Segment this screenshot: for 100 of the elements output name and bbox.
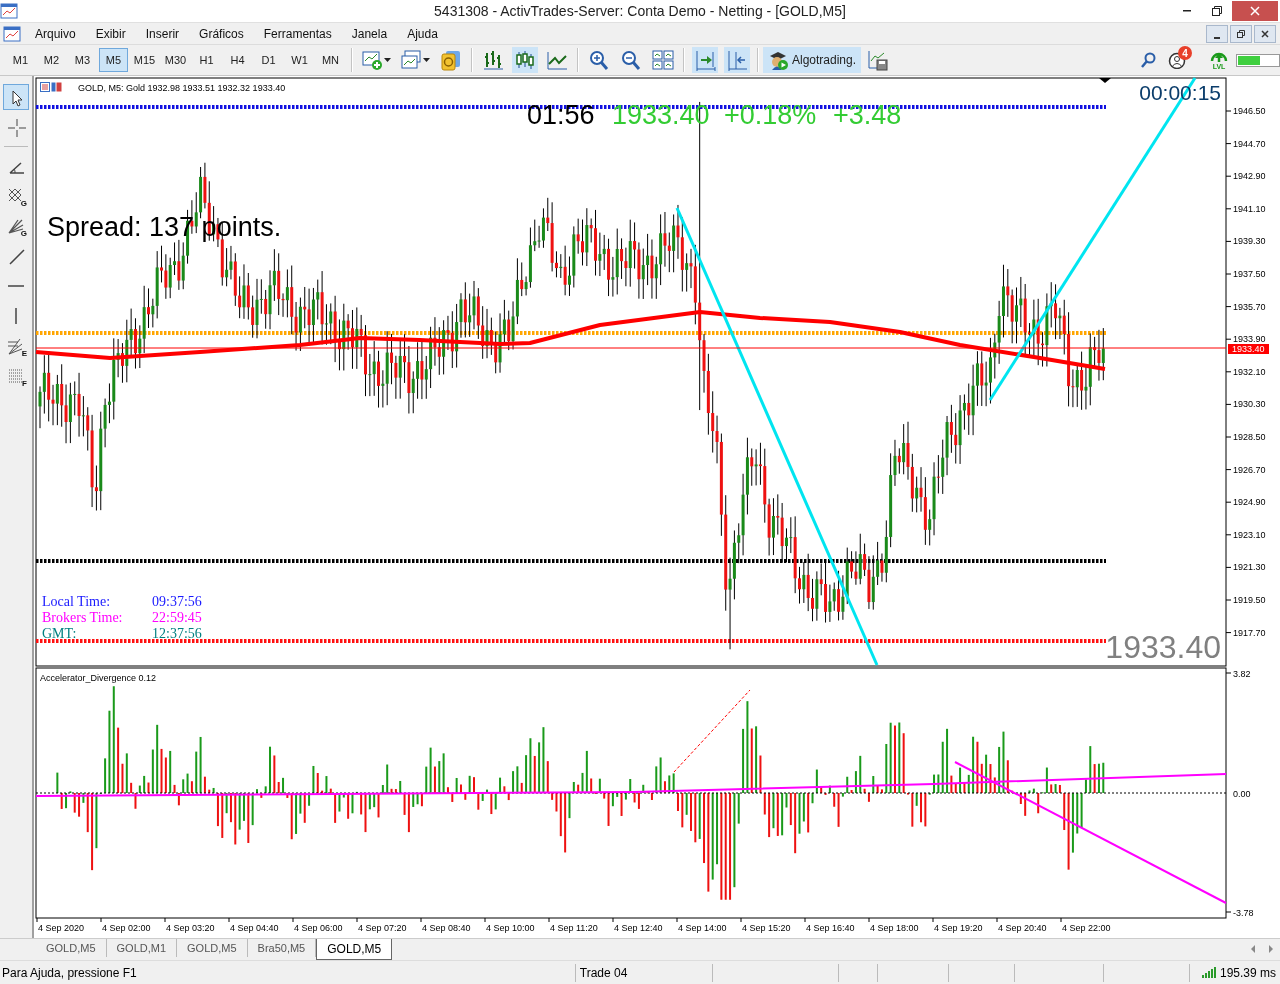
menu-item[interactable]: Exibir [85,24,136,43]
chart-shift-icon [726,49,748,71]
menu-item[interactable]: Arquivo [25,24,86,43]
profile-name: Trade 04 [579,965,628,980]
minimize-icon [1183,10,1191,12]
window-title: 5431308 - ActivTrades-Server: Conta Demo - Netting - [GOLD,M5] [433,3,847,19]
price-label: 1932.10 [1233,366,1266,377]
menu-item[interactable]: Ajuda [397,24,448,43]
time-label: 4 Sep 22:00 [1062,923,1111,933]
autoscroll-button[interactable] [692,47,718,73]
timeframe-button[interactable]: M3 [68,48,97,72]
timeframe-button[interactable]: D1 [254,48,283,72]
windows-icon [400,49,422,71]
scroll-left-icon[interactable] [1250,945,1256,953]
new-chart-icon [361,49,383,71]
menu-item[interactable]: Inserir [135,24,190,43]
price-label: 1928.50 [1233,432,1266,442]
price-label: 1935.70 [1233,301,1266,312]
bar-chart-icon [482,49,504,71]
bid-price-label: 1933.40 [1228,344,1269,354]
chart-header: GOLD, M5: Gold 1932.98 1933.51 1932.32 1933.40 [78,83,286,93]
drawing-tool-button[interactable]: F [3,363,29,389]
price-label: 1930.30 [1233,399,1266,410]
time-label: 4 Sep 10:00 [486,923,535,933]
menu-item[interactable]: Ferramentas [253,24,342,43]
tile-windows-icon [652,49,674,71]
timeframe-button[interactable]: M30 [161,48,190,72]
time-label: 4 Sep 07:20 [358,923,407,933]
time-label: 4 Sep 12:40 [614,923,663,933]
chart-window-icon [3,25,21,42]
clock-label: GMT: [42,626,77,641]
algotrading-button[interactable]: Algotrading. [763,47,862,73]
price-label: 1919.50 [1233,595,1266,605]
autoscroll-icon [694,49,716,71]
timeframe-button[interactable]: M2 [37,48,66,72]
time-label: 4 Sep 16:40 [806,923,855,933]
horizontal-line-icon [8,285,24,287]
tile-windows-button[interactable] [650,47,676,73]
price-label: 1942.90 [1233,171,1266,182]
close-icon [1250,6,1260,16]
coin-icon [440,49,462,71]
menu-item[interactable]: Janela [341,24,398,43]
timeframe-button[interactable]: M5 [99,48,128,72]
indicator-axis-label: -3.78 [1233,908,1254,918]
chart-tab[interactable]: GOLD,M5 [316,939,393,960]
clock-label: Brokers Time: [42,610,123,625]
ping-text: 195.39 ms [1219,965,1276,980]
timeframe-button[interactable]: H4 [223,48,252,72]
chart-restore-button[interactable] [1230,24,1252,43]
time-label: 4 Sep 06:00 [294,923,343,933]
price-change: +3.48 [833,100,902,130]
chart-shift-button[interactable] [724,47,750,73]
timeframe-button[interactable]: M1 [6,48,35,72]
candlestick-button[interactable] [512,47,538,73]
drawing-tool-button[interactable] [3,84,29,110]
drawing-tool-button[interactable]: G [3,183,29,209]
connection-meter-icon [1236,53,1280,67]
vertical-line-icon [15,308,17,324]
price-label: 1926.70 [1233,464,1266,475]
chart-tab[interactable]: GOLD,M5 [177,939,248,957]
bar-countdown: 01:56 [527,100,595,130]
time-label: 4 Sep 04:40 [230,923,279,933]
close-icon [1260,28,1270,39]
chart-disk-icon [866,49,889,71]
signal-bars-icon [1201,967,1216,978]
time-label: 4 Sep 11:20 [550,923,598,933]
price-change-percent: +0.18% [724,100,817,130]
price-label: 1946.50 [1233,106,1266,116]
drawing-tool-button[interactable]: G [3,213,29,239]
zoom-in-icon [588,49,610,71]
price-label: 1921.30 [1233,562,1266,573]
graduate-icon [768,50,788,70]
time-label: 4 Sep 18:00 [870,923,919,933]
last-price: 1933.40 [1105,629,1221,665]
search-icon[interactable] [1140,52,1156,68]
drawing-tool-button[interactable]: E [3,333,29,359]
chart-header-icon [40,82,62,92]
time-label: 4 Sep 19:20 [934,923,983,933]
price-label: 1923.10 [1233,529,1266,540]
time-label: 4 Sep 2020 [38,923,85,933]
chart-tab[interactable]: GOLD,M1 [106,939,178,957]
timeframe-button[interactable]: M15 [130,48,159,72]
chart-tab[interactable]: GOLD,M5 [36,939,107,957]
timeframe-button[interactable]: MN [316,48,345,72]
help-text: Para Ajuda, pressione F1 [2,965,137,980]
time-label: 4 Sep 08:40 [422,923,471,933]
clock-time: 12:37:56 [152,626,202,641]
time-label: 4 Sep 02:00 [102,923,151,933]
chart-close-button[interactable] [1254,24,1276,43]
indicator-axis-label: 3.82 [1233,669,1251,679]
price-label: 1939.30 [1233,236,1266,247]
chart-minimize-button[interactable] [1206,24,1228,43]
time-label: 4 Sep 14:00 [678,923,727,933]
scroll-right-icon[interactable] [1268,945,1274,953]
zoom-out-icon [620,49,642,71]
timeframe-button[interactable]: W1 [285,48,314,72]
price-label: 1944.70 [1233,138,1266,149]
timeframe-button[interactable]: H1 [192,48,221,72]
price-label: 1941.10 [1233,203,1266,214]
menu-item[interactable]: Gráficos [189,24,254,43]
